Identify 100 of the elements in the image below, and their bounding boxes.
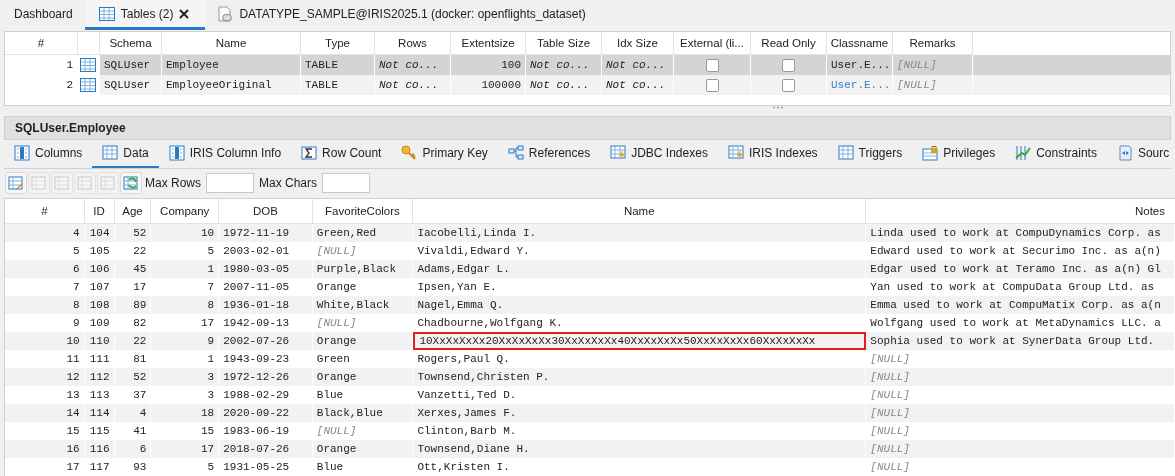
table-cell: 100000 [451, 75, 526, 95]
table-lightning-icon [610, 145, 627, 161]
detail-tab[interactable]: Columns [4, 140, 93, 168]
checkbox[interactable] [705, 58, 719, 72]
database-document-icon [217, 5, 234, 22]
table-cell: Ott,Kristen I. [413, 458, 867, 476]
table-cell: [NULL] [866, 458, 1175, 476]
editor-tab[interactable]: DATATYPE_SAMPLE@IRIS2025.1 (docker: openflights_dataset) [205, 0, 598, 30]
table-cell: User.E... [827, 75, 893, 95]
table-icon [80, 58, 96, 72]
table-cell: 17 [151, 440, 220, 458]
table-cell: Orange [312, 368, 414, 386]
detail-tab[interactable]: References [497, 140, 601, 168]
section-title: SQLUser.Employee [15, 121, 126, 135]
detail-tab[interactable]: Row Count [291, 140, 392, 168]
table-cell: Nagel,Emma Q. [413, 296, 867, 314]
table-cell: 12 [5, 368, 85, 386]
max-rows-field[interactable] [206, 172, 254, 193]
table-cell: 89 [114, 296, 152, 314]
table-cell: White,Black [312, 296, 414, 314]
detail-tab[interactable]: Data [92, 140, 159, 168]
table-cell: 1931-05-25 [219, 458, 313, 476]
table-cell: EmployeeOriginal [162, 75, 301, 95]
lock-icon [922, 145, 939, 161]
table-cell: [NULL] [866, 404, 1175, 422]
table-cell: 52 [114, 368, 152, 386]
table-cell: 106 [84, 260, 115, 278]
table-cell: [NULL] [866, 368, 1175, 386]
table-cell: SQLUser [100, 75, 162, 95]
document-icon [1116, 145, 1133, 161]
table-cell: Edgar used to work at Teramo Inc. as a(n) Gl [866, 260, 1175, 278]
table-cell: 6 [114, 440, 152, 458]
table-cell: 2018-07-26 [219, 440, 313, 458]
table-cell: 10 [151, 224, 220, 242]
detail-tab[interactable]: Triggers [827, 140, 913, 168]
table-cell: [NULL] [866, 440, 1175, 458]
table-cell: Not co... [526, 75, 602, 95]
editor-tab[interactable]: Tables (2) [84, 0, 206, 30]
table-cell: 14 [5, 404, 85, 422]
table-cell: 1 [151, 260, 220, 278]
detail-tab[interactable]: IRIS Indexes [717, 140, 828, 168]
detail-tab[interactable]: JDBC Indexes [600, 140, 718, 168]
table-cell: 2020-09-22 [219, 404, 313, 422]
detail-tab[interactable]: IRIS Column Info [158, 140, 292, 168]
table-cell: 8 [151, 296, 220, 314]
table-cell: Black,Blue [312, 404, 414, 422]
close-icon[interactable] [179, 8, 190, 19]
detail-tab[interactable]: Sourc [1106, 140, 1175, 168]
table-cell: 17 [5, 458, 85, 476]
diagram-icon [507, 145, 524, 161]
table-cell: Linda used to work at CompuDynamics Corp. as [866, 224, 1175, 242]
table-cell: 1972-12-26 [219, 368, 313, 386]
table-cell: 114 [84, 404, 115, 422]
refresh-button[interactable] [120, 171, 142, 194]
max-chars-label: Max Chars [259, 175, 318, 190]
edit-button[interactable] [5, 171, 27, 194]
table-cell: 3 [151, 368, 220, 386]
table-cell: Blue [312, 458, 414, 476]
table-cell: 2002-07-26 [219, 332, 313, 350]
table-cell: TABLE [301, 75, 375, 95]
grip-icon[interactable] [771, 106, 784, 109]
table-cell: 1972-11-19 [219, 224, 313, 242]
table-cell: Townsend,Diane H. [413, 440, 867, 458]
sigma-icon [301, 145, 318, 161]
table-cell: 117 [84, 458, 115, 476]
table-cell: Green,Red [312, 224, 414, 242]
checkbox[interactable] [782, 78, 795, 92]
checkbox[interactable] [705, 78, 719, 92]
table-cell: 45 [114, 260, 152, 278]
table-cell: Orange [312, 440, 414, 458]
table-cell: Emma used to work at CompuMatix Corp. as a(n [866, 296, 1175, 314]
table-cell: 22 [114, 332, 152, 350]
table-row[interactable]: 1 SQLUser Employee TABLE Not co... 100 Not co... Not co... User.E... [NULL] [5, 55, 1170, 75]
detail-tab[interactable]: Privileges [912, 140, 1006, 168]
table-cell: 110 [84, 332, 115, 350]
table-cell: Iacobelli,Linda I. [413, 224, 867, 242]
table-cell: 108 [84, 296, 115, 314]
table-cell: 4 [5, 224, 85, 242]
table-cell: 1 [5, 55, 78, 75]
table-icon [837, 145, 854, 161]
table-cell: 8 [5, 296, 85, 314]
columns-icon [168, 145, 185, 161]
checkbox[interactable] [782, 58, 795, 72]
table-cell: 52 [114, 224, 152, 242]
table-cell: Orange [312, 332, 414, 350]
table-cell: 112 [84, 368, 115, 386]
table-icon [80, 78, 96, 92]
editor-tab[interactable]: Dashboard [0, 0, 85, 30]
table-cell: 93 [114, 458, 152, 476]
table-cell: 1936-01-18 [219, 296, 313, 314]
table-cell: Chadbourne,Wolfgang K. [413, 314, 867, 332]
max-chars-field[interactable] [322, 172, 371, 193]
table-row[interactable]: 2 SQLUser EmployeeOriginal TABLE Not co... 100000 Not co... Not co... User.E... [NULL] [5, 75, 1170, 95]
table-cell: Not co... [375, 75, 451, 95]
table-cell: 5 [151, 458, 220, 476]
table-cell: 104 [84, 224, 115, 242]
detail-tab[interactable]: Primary Key [391, 140, 498, 168]
detail-tab[interactable]: Constraints [1005, 140, 1107, 168]
table-cell: Sophia used to work at SynerData Group Ltd. [866, 332, 1175, 350]
table-cell: 16 [5, 440, 85, 458]
